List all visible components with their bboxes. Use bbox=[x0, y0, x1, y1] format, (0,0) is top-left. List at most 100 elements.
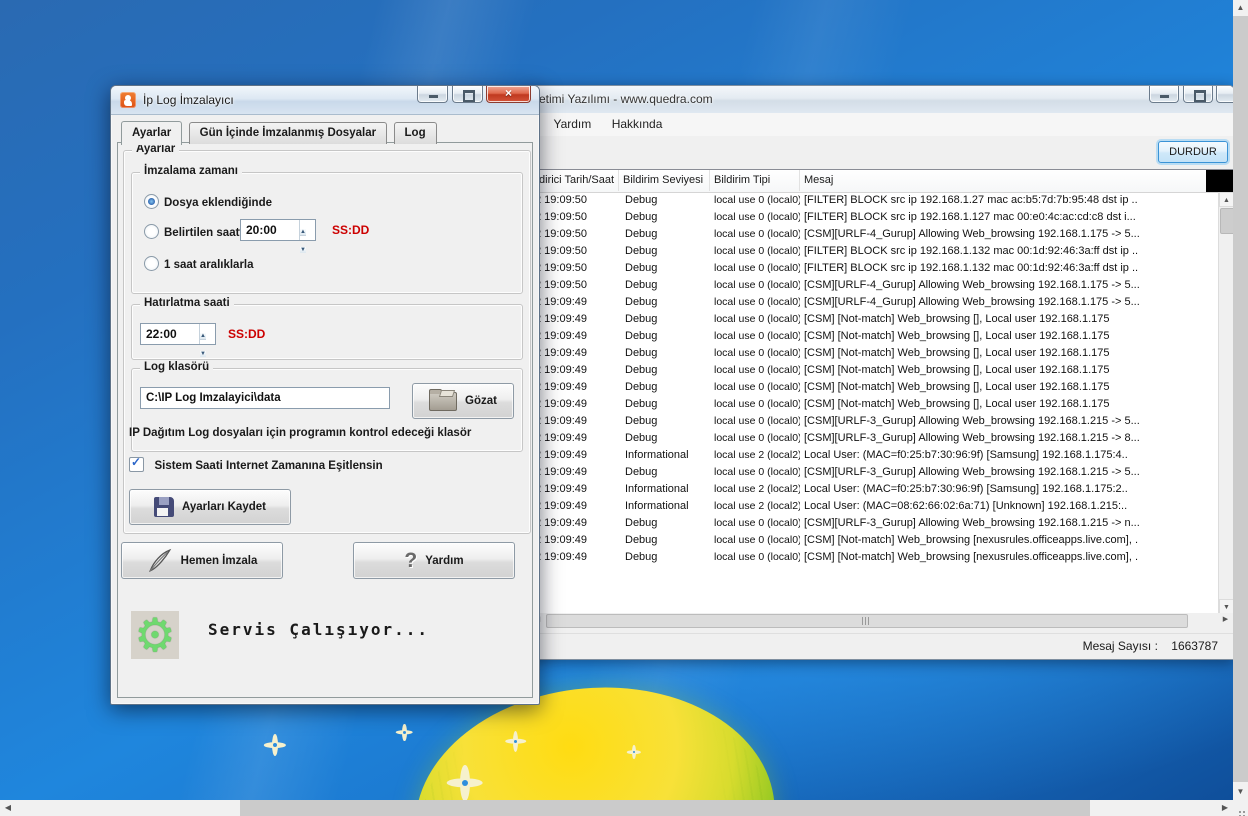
scroll-down-icon[interactable]: ▼ bbox=[1219, 599, 1234, 614]
log-folder-input[interactable]: C:\IP Log Imzalayici\data bbox=[140, 387, 390, 409]
radio-button[interactable] bbox=[144, 194, 159, 209]
table-cell: Debug bbox=[619, 362, 710, 379]
maximize-button[interactable] bbox=[452, 86, 483, 103]
table-row[interactable]: 2 19:09:49Debuglocal use 0 (local0)[CSM]… bbox=[529, 464, 1219, 481]
spinner-up-icon[interactable]: ▲ bbox=[200, 333, 206, 340]
tabstrip: Ayarlar Gün İçinde İmzalanmış Dosyalar L… bbox=[121, 120, 439, 142]
help-button[interactable]: ? Yardım bbox=[353, 542, 515, 579]
table-horizontal-scrollbar[interactable]: ◀ ▶ bbox=[529, 613, 1234, 627]
host-horizontal-scroll-thumb[interactable] bbox=[240, 800, 1090, 816]
table-cell: Debug bbox=[619, 260, 710, 277]
table-vertical-scrollbar[interactable]: ▲ ▼ bbox=[1218, 192, 1234, 614]
table-row[interactable]: 2 19:09:49Informationallocal use 2 (loca… bbox=[529, 481, 1219, 498]
log-window-titlebar[interactable]: etimi Yazılımı - www.quedra.com × bbox=[529, 86, 1234, 114]
table-cell: Local User: (MAC=08:62:66:02:6a:71) [Unk… bbox=[800, 498, 1217, 515]
sync-checkbox-label: Sistem Saati Internet Zamanına Eşitlensi… bbox=[154, 460, 382, 472]
scheduled-time-spinner[interactable]: 20:00 ▲ ▼ bbox=[240, 219, 316, 241]
close-button[interactable]: × bbox=[486, 86, 531, 103]
host-vertical-scrollbar[interactable]: ▲ ▼ bbox=[1233, 0, 1248, 800]
gear-icon: ⚙ bbox=[134, 612, 175, 658]
minimize-button[interactable] bbox=[1149, 86, 1179, 103]
table-row[interactable]: 2 19:09:49Debuglocal use 0 (local0)[CSM]… bbox=[529, 294, 1219, 311]
stop-button[interactable]: DURDUR bbox=[1158, 141, 1228, 163]
resize-grip[interactable] bbox=[1233, 800, 1248, 816]
reminder-time-spinner[interactable]: 22:00 ▲ ▼ bbox=[140, 323, 216, 345]
table-row[interactable]: 2 19:09:49Debuglocal use 0 (local0)[CSM]… bbox=[529, 413, 1219, 430]
wallpaper-flower bbox=[396, 724, 413, 741]
table-cell: Debug bbox=[619, 226, 710, 243]
sign-now-button[interactable]: Hemen İmzala bbox=[121, 542, 283, 579]
tab-ayarlar[interactable]: Ayarlar bbox=[121, 121, 182, 145]
sign-time-groupbox: İmzalama zamanı Dosya eklendiğinde Belir… bbox=[131, 172, 523, 294]
host-horizontal-scrollbar[interactable]: ◀ ▶ bbox=[0, 800, 1233, 816]
table-cell: Informational bbox=[619, 481, 710, 498]
save-settings-button[interactable]: Ayarları Kaydet bbox=[129, 489, 291, 525]
sync-time-checkbox-row[interactable]: ✓ Sistem Saati Internet Zamanına Eşitlen… bbox=[129, 456, 383, 474]
table-row[interactable]: 2 19:09:49Debuglocal use 0 (local0)[CSM]… bbox=[529, 328, 1219, 345]
message-count-value: 1663787 bbox=[1171, 639, 1218, 653]
radio-option-on-file-added[interactable]: Dosya eklendiğinde bbox=[144, 193, 272, 207]
column-header-mesaj[interactable]: Mesaj bbox=[800, 170, 1217, 191]
spinner-down-icon[interactable]: ▼ bbox=[300, 247, 306, 253]
radio-option-hourly[interactable]: 1 saat aralıklarla bbox=[144, 255, 254, 269]
scroll-up-icon[interactable]: ▲ bbox=[1219, 192, 1234, 207]
table-cell: local use 0 (local0) bbox=[710, 413, 800, 430]
table-row[interactable]: 2 19:09:50Debuglocal use 0 (local0)[CSM]… bbox=[529, 226, 1219, 243]
wallpaper-flower bbox=[264, 734, 286, 756]
tab-log[interactable]: Log bbox=[394, 122, 437, 144]
table-cell: local use 2 (local2) bbox=[710, 447, 800, 464]
table-row[interactable]: 2 19:09:49Debuglocal use 0 (local0)[CSM]… bbox=[529, 515, 1219, 532]
column-header-bildirim-tipi[interactable]: Bildirim Tipi bbox=[710, 170, 800, 191]
tab-imzalanmis-dosyalar[interactable]: Gün İçinde İmzalanmış Dosyalar bbox=[189, 122, 387, 144]
table-row[interactable]: 2 19:09:50Debuglocal use 0 (local0)[CSM]… bbox=[529, 277, 1219, 294]
host-vertical-scroll-thumb[interactable] bbox=[1233, 16, 1248, 782]
table-row[interactable]: 2 19:09:49Debuglocal use 0 (local0)[CSM]… bbox=[529, 379, 1219, 396]
spinner-up-icon[interactable]: ▲ bbox=[300, 229, 306, 236]
log-folder-groupbox: Log klasörü C:\IP Log Imzalayici\data Gö… bbox=[131, 368, 523, 452]
table-cell: 2 19:09:50 bbox=[529, 209, 619, 226]
log-folder-group-label: Log klasörü bbox=[140, 361, 213, 373]
table-row[interactable]: 2 19:09:49Informationallocal use 2 (loca… bbox=[529, 447, 1219, 464]
table-cell: 2 19:09:49 bbox=[529, 498, 619, 515]
table-row[interactable]: 2 19:09:49Debuglocal use 0 (local0)[CSM]… bbox=[529, 345, 1219, 362]
scroll-right-icon[interactable]: ▶ bbox=[1218, 613, 1233, 627]
table-row[interactable]: 2 19:09:49Informationallocal use 2 (loca… bbox=[529, 498, 1219, 515]
table-cell: 2 19:09:49 bbox=[529, 430, 619, 447]
table-row[interactable]: 2 19:09:49Debuglocal use 0 (local0)[CSM]… bbox=[529, 532, 1219, 549]
table-row[interactable]: 2 19:09:49Debuglocal use 0 (local0)[CSM]… bbox=[529, 362, 1219, 379]
table-row[interactable]: 2 19:09:50Debuglocal use 0 (local0)[FILT… bbox=[529, 209, 1219, 226]
menu-hakkinda[interactable]: Hakkında bbox=[604, 113, 671, 135]
table-row[interactable]: 2 19:09:49Debuglocal use 0 (local0)[CSM]… bbox=[529, 430, 1219, 447]
scroll-up-icon[interactable]: ▲ bbox=[1233, 0, 1248, 16]
column-header-bildirim-seviyesi[interactable]: Bildirim Seviyesi bbox=[619, 170, 710, 191]
scroll-left-icon[interactable]: ◀ bbox=[0, 800, 16, 816]
vertical-scroll-thumb[interactable] bbox=[1220, 208, 1234, 234]
column-header-tarih-saat[interactable]: Yönlendirici Tarih/Saat bbox=[529, 170, 619, 191]
scroll-down-icon[interactable]: ▼ bbox=[1233, 784, 1248, 800]
minimize-button[interactable] bbox=[417, 86, 448, 103]
table-row[interactable]: 2 19:09:49Debuglocal use 0 (local0)[CSM]… bbox=[529, 549, 1219, 566]
table-cell: Debug bbox=[619, 396, 710, 413]
table-row[interactable]: 2 19:09:50Debuglocal use 0 (local0)[FILT… bbox=[529, 192, 1219, 209]
table-row[interactable]: 2 19:09:49Debuglocal use 0 (local0)[CSM]… bbox=[529, 311, 1219, 328]
log-window-statusbar: Mesaj Sayısı : 1663787 bbox=[529, 633, 1234, 658]
log-viewer-window: etimi Yazılımı - www.quedra.com × Yardım… bbox=[528, 85, 1235, 660]
radio-button[interactable] bbox=[144, 256, 159, 271]
table-row[interactable]: 2 19:09:50Debuglocal use 0 (local0)[FILT… bbox=[529, 243, 1219, 260]
spinner-down-icon[interactable]: ▼ bbox=[200, 351, 206, 357]
table-cell: [FILTER] BLOCK src ip 192.168.1.132 mac … bbox=[800, 260, 1217, 277]
radio-button[interactable] bbox=[144, 224, 159, 239]
table-row[interactable]: 2 19:09:49Debuglocal use 0 (local0)[CSM]… bbox=[529, 396, 1219, 413]
horizontal-scroll-thumb[interactable] bbox=[546, 614, 1188, 628]
table-header-corner bbox=[1206, 170, 1233, 192]
maximize-button[interactable] bbox=[1183, 86, 1213, 103]
menu-yardim[interactable]: Yardım bbox=[545, 113, 599, 135]
table-row[interactable]: 2 19:09:50Debuglocal use 0 (local0)[FILT… bbox=[529, 260, 1219, 277]
signer-window-titlebar[interactable]: İp Log İmzalayıcı × bbox=[111, 86, 539, 115]
radio-option-at-set-time[interactable]: Belirtilen saatte bbox=[144, 223, 250, 237]
reminder-format-hint: SS:DD bbox=[228, 327, 265, 341]
remote-desktop-view: etimi Yazılımı - www.quedra.com × Yardım… bbox=[0, 0, 1248, 816]
checkbox[interactable]: ✓ bbox=[129, 457, 144, 472]
scroll-right-icon[interactable]: ▶ bbox=[1217, 800, 1233, 816]
browse-button[interactable]: Gözat bbox=[412, 383, 514, 419]
